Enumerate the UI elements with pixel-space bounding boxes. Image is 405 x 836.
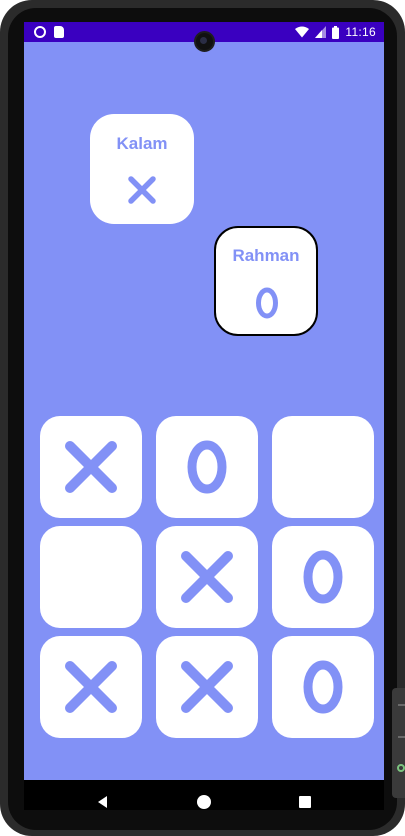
home-icon[interactable] [195, 793, 213, 810]
back-icon[interactable] [94, 793, 112, 810]
o-mark-icon [303, 660, 343, 714]
x-mark-icon [181, 661, 233, 713]
side-panel-status-icon [397, 764, 405, 772]
board-cell-3-3[interactable] [272, 636, 374, 738]
cellular-signal-icon [315, 26, 327, 38]
board-cell-2-1[interactable] [40, 526, 142, 628]
player-card-rahman: Rahman [214, 226, 318, 336]
status-icons: 11:16 [295, 24, 376, 40]
player-name: Kalam [116, 134, 168, 153]
player-name: Rahman [232, 246, 300, 265]
game-board [40, 416, 374, 740]
circle-notification-icon [34, 26, 46, 38]
sd-card-icon [54, 26, 64, 38]
board-cell-2-3[interactable] [272, 526, 374, 628]
wifi-icon [295, 26, 310, 38]
board-cell-1-3[interactable] [272, 416, 374, 518]
player-card-kalam: Kalam [90, 114, 194, 224]
battery-icon [332, 25, 340, 39]
recents-icon[interactable] [296, 793, 314, 810]
x-mark-icon [128, 176, 156, 204]
board-cell-3-2[interactable] [156, 636, 258, 738]
board-cell-3-1[interactable] [40, 636, 142, 738]
board-cell-1-2[interactable] [156, 416, 258, 518]
status-time: 11:16 [345, 25, 376, 39]
side-panel-marker [398, 736, 405, 738]
o-mark-icon [256, 287, 278, 319]
o-mark-icon [187, 440, 227, 494]
app-screen: 11:16 Kalam Rahman [24, 22, 384, 810]
x-mark-icon [181, 551, 233, 603]
front-camera [194, 31, 215, 52]
navigation-bar [24, 780, 384, 810]
board-cell-1-1[interactable] [40, 416, 142, 518]
x-mark-icon [65, 661, 117, 713]
o-mark-icon [303, 550, 343, 604]
side-panel-marker [398, 704, 405, 706]
x-mark-icon [65, 441, 117, 493]
board-cell-2-2[interactable] [156, 526, 258, 628]
